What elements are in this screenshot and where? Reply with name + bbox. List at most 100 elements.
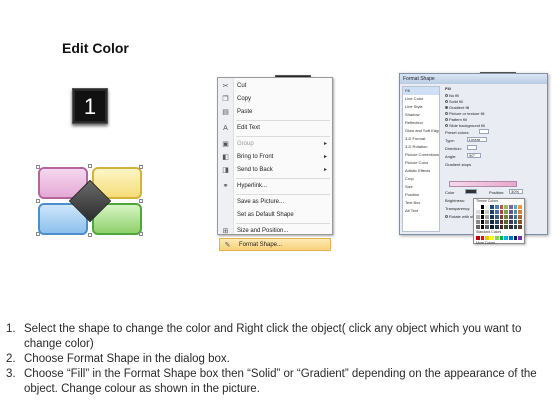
selection-handle[interactable] bbox=[139, 232, 143, 236]
color-swatch[interactable] bbox=[480, 210, 485, 214]
color-swatch[interactable] bbox=[476, 205, 480, 209]
direction-dropdown[interactable] bbox=[467, 145, 477, 150]
fill-option[interactable]: Solid fill bbox=[445, 99, 463, 104]
color-swatch[interactable] bbox=[494, 225, 499, 229]
color-swatch[interactable] bbox=[485, 215, 490, 219]
color-swatch[interactable] bbox=[513, 205, 518, 209]
angle-input[interactable]: 90° bbox=[467, 153, 481, 158]
color-swatch[interactable] bbox=[494, 215, 499, 219]
more-colors-link[interactable]: More Colors... bbox=[474, 241, 524, 246]
color-swatch[interactable] bbox=[518, 236, 523, 240]
menu-item-set-as-default-shape[interactable]: Set as Default Shape bbox=[218, 209, 332, 222]
color-swatch[interactable] bbox=[476, 210, 480, 214]
color-swatch[interactable] bbox=[513, 236, 518, 240]
preset-dropdown[interactable] bbox=[479, 129, 489, 134]
color-swatch[interactable] bbox=[490, 205, 494, 209]
color-swatch[interactable] bbox=[499, 205, 504, 209]
selection-handle[interactable] bbox=[36, 232, 40, 236]
color-swatch[interactable] bbox=[504, 205, 508, 209]
color-swatch[interactable] bbox=[490, 225, 494, 229]
color-swatch[interactable] bbox=[490, 236, 494, 240]
menu-item-hyperlink[interactable]: ⚭ Hyperlink... bbox=[218, 180, 332, 193]
selection-handle[interactable] bbox=[139, 165, 143, 169]
color-swatch[interactable] bbox=[518, 205, 523, 209]
fill-option[interactable]: No fill bbox=[445, 93, 459, 98]
category-item[interactable]: Glow and Soft Edges bbox=[403, 127, 439, 135]
color-swatch[interactable] bbox=[504, 220, 508, 224]
color-swatch[interactable] bbox=[494, 210, 499, 214]
type-dropdown[interactable]: Linear bbox=[467, 137, 487, 142]
color-swatch[interactable] bbox=[508, 210, 513, 214]
fill-option[interactable]: Gradient fill bbox=[445, 105, 469, 110]
color-swatch[interactable] bbox=[508, 236, 513, 240]
category-item[interactable]: Size bbox=[403, 183, 439, 191]
color-swatch[interactable] bbox=[513, 210, 518, 214]
color-swatch[interactable] bbox=[513, 215, 518, 219]
category-item[interactable]: Fill bbox=[403, 87, 439, 95]
color-swatch[interactable] bbox=[476, 220, 480, 224]
color-swatch[interactable] bbox=[494, 236, 499, 240]
color-swatch[interactable] bbox=[518, 215, 523, 219]
color-swatch[interactable] bbox=[480, 215, 485, 219]
category-item[interactable]: Line Style bbox=[403, 103, 439, 111]
radio-button[interactable] bbox=[445, 94, 448, 98]
category-item[interactable]: Picture Color bbox=[403, 159, 439, 167]
category-item[interactable]: Text Box bbox=[403, 199, 439, 207]
radio-button[interactable] bbox=[445, 100, 448, 104]
menu-item-copy[interactable]: ❐ Copy bbox=[218, 93, 332, 106]
color-swatch[interactable] bbox=[485, 225, 490, 229]
category-item[interactable]: 3-D Rotation bbox=[403, 143, 439, 151]
category-item[interactable]: Reflection bbox=[403, 119, 439, 127]
menu-item-bring-to-front[interactable]: ◧ Bring to Front ▸ bbox=[218, 151, 332, 164]
color-picker-button[interactable] bbox=[465, 189, 477, 194]
gradient-stops-bar[interactable] bbox=[449, 181, 517, 187]
color-swatch[interactable] bbox=[513, 220, 518, 224]
category-item[interactable]: Alt Text bbox=[403, 207, 439, 215]
category-item[interactable]: Position bbox=[403, 191, 439, 199]
color-swatch[interactable] bbox=[476, 225, 480, 229]
fill-option[interactable]: Picture or texture fill bbox=[445, 111, 484, 116]
color-swatch[interactable] bbox=[480, 220, 485, 224]
category-item[interactable]: 3-D Format bbox=[403, 135, 439, 143]
menu-item-send-to-back[interactable]: ◨ Send to Back ▸ bbox=[218, 164, 332, 177]
color-swatch[interactable] bbox=[504, 210, 508, 214]
selection-handle[interactable] bbox=[139, 199, 143, 203]
color-swatch[interactable] bbox=[476, 236, 480, 240]
menu-item-group[interactable]: ▣ Group ▸ bbox=[218, 138, 332, 151]
color-swatch[interactable] bbox=[480, 205, 485, 209]
color-swatch[interactable] bbox=[485, 210, 490, 214]
color-swatch[interactable] bbox=[508, 225, 513, 229]
selection-handle[interactable] bbox=[36, 199, 40, 203]
color-swatch[interactable] bbox=[494, 220, 499, 224]
rotate-checkbox[interactable] bbox=[445, 215, 448, 219]
selection-handle[interactable] bbox=[36, 165, 40, 169]
menu-item-edit-text[interactable]: A Edit Text bbox=[218, 122, 332, 135]
color-swatch[interactable] bbox=[490, 220, 494, 224]
color-swatch[interactable] bbox=[490, 210, 494, 214]
color-swatch[interactable] bbox=[499, 225, 504, 229]
color-swatch[interactable] bbox=[508, 205, 513, 209]
color-swatch[interactable] bbox=[504, 225, 508, 229]
color-swatch[interactable] bbox=[518, 225, 523, 229]
color-swatch[interactable] bbox=[485, 220, 490, 224]
selected-shape-graphic[interactable] bbox=[36, 164, 143, 237]
menu-item-paste[interactable]: ▤ Paste bbox=[218, 106, 332, 119]
menu-item-cut[interactable]: ✂ Cut bbox=[218, 80, 332, 93]
color-swatch[interactable] bbox=[494, 205, 499, 209]
color-swatch[interactable] bbox=[499, 215, 504, 219]
color-swatch[interactable] bbox=[513, 225, 518, 229]
category-item[interactable]: Picture Corrections bbox=[403, 151, 439, 159]
color-swatch[interactable] bbox=[485, 236, 490, 240]
category-item[interactable]: Line Color bbox=[403, 95, 439, 103]
color-swatch[interactable] bbox=[518, 210, 523, 214]
color-swatch[interactable] bbox=[518, 220, 523, 224]
position-input[interactable]: 30% bbox=[509, 189, 523, 194]
color-swatch[interactable] bbox=[476, 215, 480, 219]
color-swatch[interactable] bbox=[499, 210, 504, 214]
color-swatch[interactable] bbox=[508, 215, 513, 219]
color-swatch[interactable] bbox=[499, 220, 504, 224]
color-swatch[interactable] bbox=[480, 236, 485, 240]
menu-item-save-as-picture[interactable]: Save as Picture... bbox=[218, 196, 332, 209]
color-swatch[interactable] bbox=[490, 215, 494, 219]
selection-handle[interactable] bbox=[88, 164, 92, 168]
